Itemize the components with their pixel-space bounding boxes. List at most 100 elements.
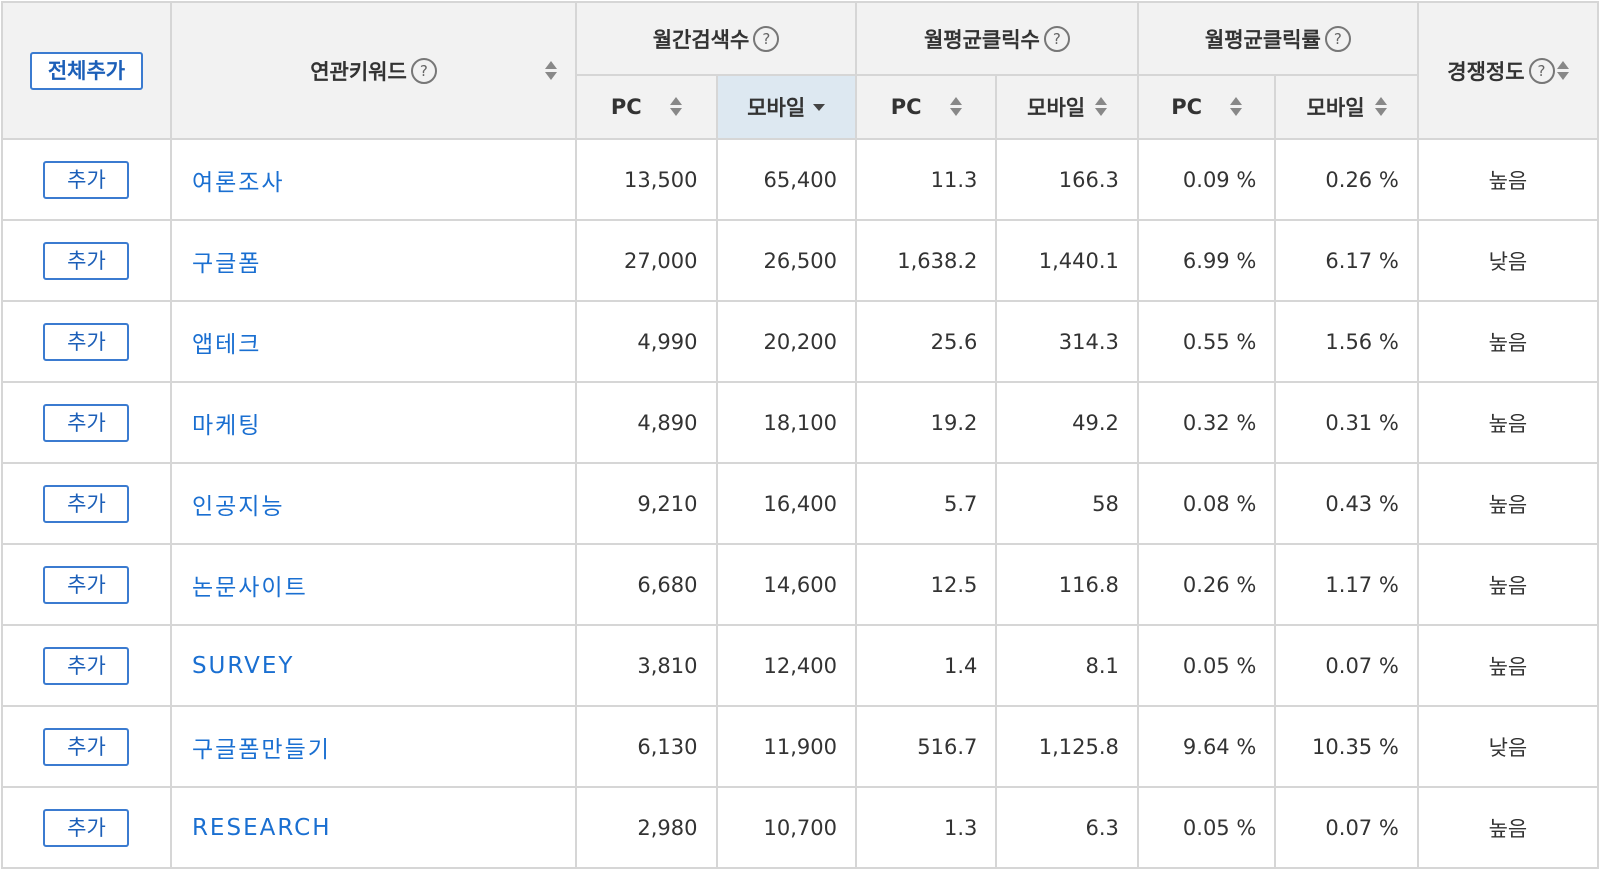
- ctr-pc-value: 0.05 %: [1136, 786, 1277, 869]
- search-mobile-value: 65,400: [715, 138, 857, 221]
- add-button[interactable]: 추가: [43, 646, 130, 685]
- mobile-label: 모바일: [1306, 96, 1365, 120]
- competition-value: 높음: [1416, 543, 1600, 626]
- ctr-mobile-value: 0.07 %: [1274, 624, 1419, 707]
- ctr-pc-value: 6.99 %: [1136, 219, 1277, 302]
- add-all-button[interactable]: 전체추가: [29, 51, 144, 90]
- click-pc-header[interactable]: PC: [854, 74, 998, 140]
- search-pc-value: 13,500: [575, 138, 718, 221]
- add-cell: 추가: [1, 705, 172, 788]
- sort-icon[interactable]: [1230, 96, 1242, 118]
- click-pc-value: 516.7: [854, 705, 998, 788]
- competition-header[interactable]: 경쟁정도 ?: [1416, 1, 1600, 140]
- search-mobile-value: 20,200: [715, 300, 857, 383]
- search-mobile-value: 14,600: [715, 543, 857, 626]
- search-mobile-value: 18,100: [715, 381, 857, 464]
- keyword-link[interactable]: 구글폼만들기: [169, 705, 578, 788]
- add-button[interactable]: 추가: [43, 322, 130, 361]
- sort-icon[interactable]: [669, 96, 682, 118]
- click-mobile-header[interactable]: 모바일: [995, 74, 1139, 140]
- keyword-link[interactable]: RESEARCH: [169, 786, 578, 869]
- table-row: 추가 앱테크 4,990 20,200 25.6 314.3 0.55 % 1.…: [1, 300, 1600, 383]
- search-mobile-value: 11,900: [715, 705, 857, 788]
- click-mobile-value: 8.1: [995, 624, 1139, 707]
- click-mobile-value: 6.3: [995, 786, 1139, 869]
- add-cell: 추가: [1, 624, 172, 707]
- add-button[interactable]: 추가: [43, 727, 130, 766]
- help-icon[interactable]: ?: [1324, 25, 1351, 52]
- keyword-link[interactable]: 논문사이트: [169, 543, 578, 626]
- competition-value: 높음: [1416, 624, 1600, 707]
- ctr-mobile-value: 10.35 %: [1274, 705, 1419, 788]
- help-icon[interactable]: ?: [753, 25, 780, 52]
- click-pc-value: 1.4: [854, 624, 998, 707]
- ctr-mobile-header[interactable]: 모바일: [1274, 74, 1419, 140]
- search-pc-header[interactable]: PC: [575, 74, 718, 140]
- click-mobile-value: 314.3: [995, 300, 1139, 383]
- keyword-link[interactable]: 구글폼: [169, 219, 578, 302]
- click-pc-value: 19.2: [854, 381, 998, 464]
- sort-icon[interactable]: [545, 60, 558, 82]
- search-pc-value: 27,000: [575, 219, 718, 302]
- table-row: 추가 논문사이트 6,680 14,600 12.5 116.8 0.26 % …: [1, 543, 1600, 626]
- add-button[interactable]: 추가: [43, 241, 130, 280]
- click-pc-value: 12.5: [854, 543, 998, 626]
- click-mobile-value: 1,440.1: [995, 219, 1139, 302]
- table-row: 추가 SURVEY 3,810 12,400 1.4 8.1 0.05 % 0.…: [1, 624, 1600, 707]
- click-pc-value: 1.3: [854, 786, 998, 869]
- help-icon[interactable]: ?: [410, 57, 437, 84]
- ctr-mobile-value: 0.07 %: [1274, 786, 1419, 869]
- table-row: 추가 RESEARCH 2,980 10,700 1.3 6.3 0.05 % …: [1, 786, 1600, 869]
- add-button[interactable]: 추가: [43, 565, 130, 604]
- ctr-pc-value: 0.55 %: [1136, 300, 1277, 383]
- click-pc-value: 5.7: [854, 462, 998, 545]
- add-button[interactable]: 추가: [43, 808, 130, 847]
- add-cell: 추가: [1, 381, 172, 464]
- sort-icon[interactable]: [1556, 60, 1569, 82]
- add-cell: 추가: [1, 786, 172, 869]
- search-pc-value: 2,980: [575, 786, 718, 869]
- add-button[interactable]: 추가: [43, 403, 130, 442]
- competition-value: 낮음: [1416, 705, 1600, 788]
- search-pc-value: 4,990: [575, 300, 718, 383]
- sort-icon[interactable]: [1374, 96, 1387, 118]
- ctr-pc-header[interactable]: PC: [1136, 74, 1277, 140]
- click-mobile-value: 116.8: [995, 543, 1139, 626]
- table-row: 추가 인공지능 9,210 16,400 5.7 58 0.08 % 0.43 …: [1, 462, 1600, 545]
- ctr-pc-value: 0.08 %: [1136, 462, 1277, 545]
- keyword-link[interactable]: 여론조사: [169, 138, 578, 221]
- keyword-link[interactable]: 인공지능: [169, 462, 578, 545]
- search-mobile-value: 26,500: [715, 219, 857, 302]
- keyword-link[interactable]: SURVEY: [169, 624, 578, 707]
- click-mobile-value: 49.2: [995, 381, 1139, 464]
- click-pc-value: 1,638.2: [854, 219, 998, 302]
- competition-value: 높음: [1416, 462, 1600, 545]
- help-icon[interactable]: ?: [1043, 25, 1070, 52]
- ctr-pc-value: 9.64 %: [1136, 705, 1277, 788]
- add-all-header: 전체추가: [1, 1, 172, 140]
- competition-value: 높음: [1416, 138, 1600, 221]
- add-button[interactable]: 추가: [43, 484, 130, 523]
- pc-label: PC: [1171, 95, 1202, 119]
- keyword-link[interactable]: 앱테크: [169, 300, 578, 383]
- keyword-header[interactable]: 연관키워드 ?: [169, 1, 578, 140]
- sort-desc-icon[interactable]: [813, 103, 826, 111]
- sort-icon[interactable]: [1095, 96, 1108, 118]
- competition-value: 높음: [1416, 381, 1600, 464]
- ctr-mobile-value: 1.17 %: [1274, 543, 1419, 626]
- add-cell: 추가: [1, 462, 172, 545]
- help-icon[interactable]: ?: [1528, 57, 1555, 84]
- add-button[interactable]: 추가: [43, 160, 130, 199]
- ctr-pc-value: 0.09 %: [1136, 138, 1277, 221]
- pc-label: PC: [610, 95, 642, 119]
- search-pc-value: 4,890: [575, 381, 718, 464]
- search-mobile-value: 10,700: [715, 786, 857, 869]
- monthly-search-header: 월간검색수 ?: [575, 1, 857, 76]
- keyword-link[interactable]: 마케팅: [169, 381, 578, 464]
- search-mobile-header[interactable]: 모바일: [715, 74, 857, 140]
- add-cell: 추가: [1, 543, 172, 626]
- table-row: 추가 마케팅 4,890 18,100 19.2 49.2 0.32 % 0.3…: [1, 381, 1600, 464]
- sort-icon[interactable]: [949, 96, 962, 118]
- keyword-header-label: 연관키워드: [310, 59, 407, 84]
- pc-label: PC: [890, 95, 922, 119]
